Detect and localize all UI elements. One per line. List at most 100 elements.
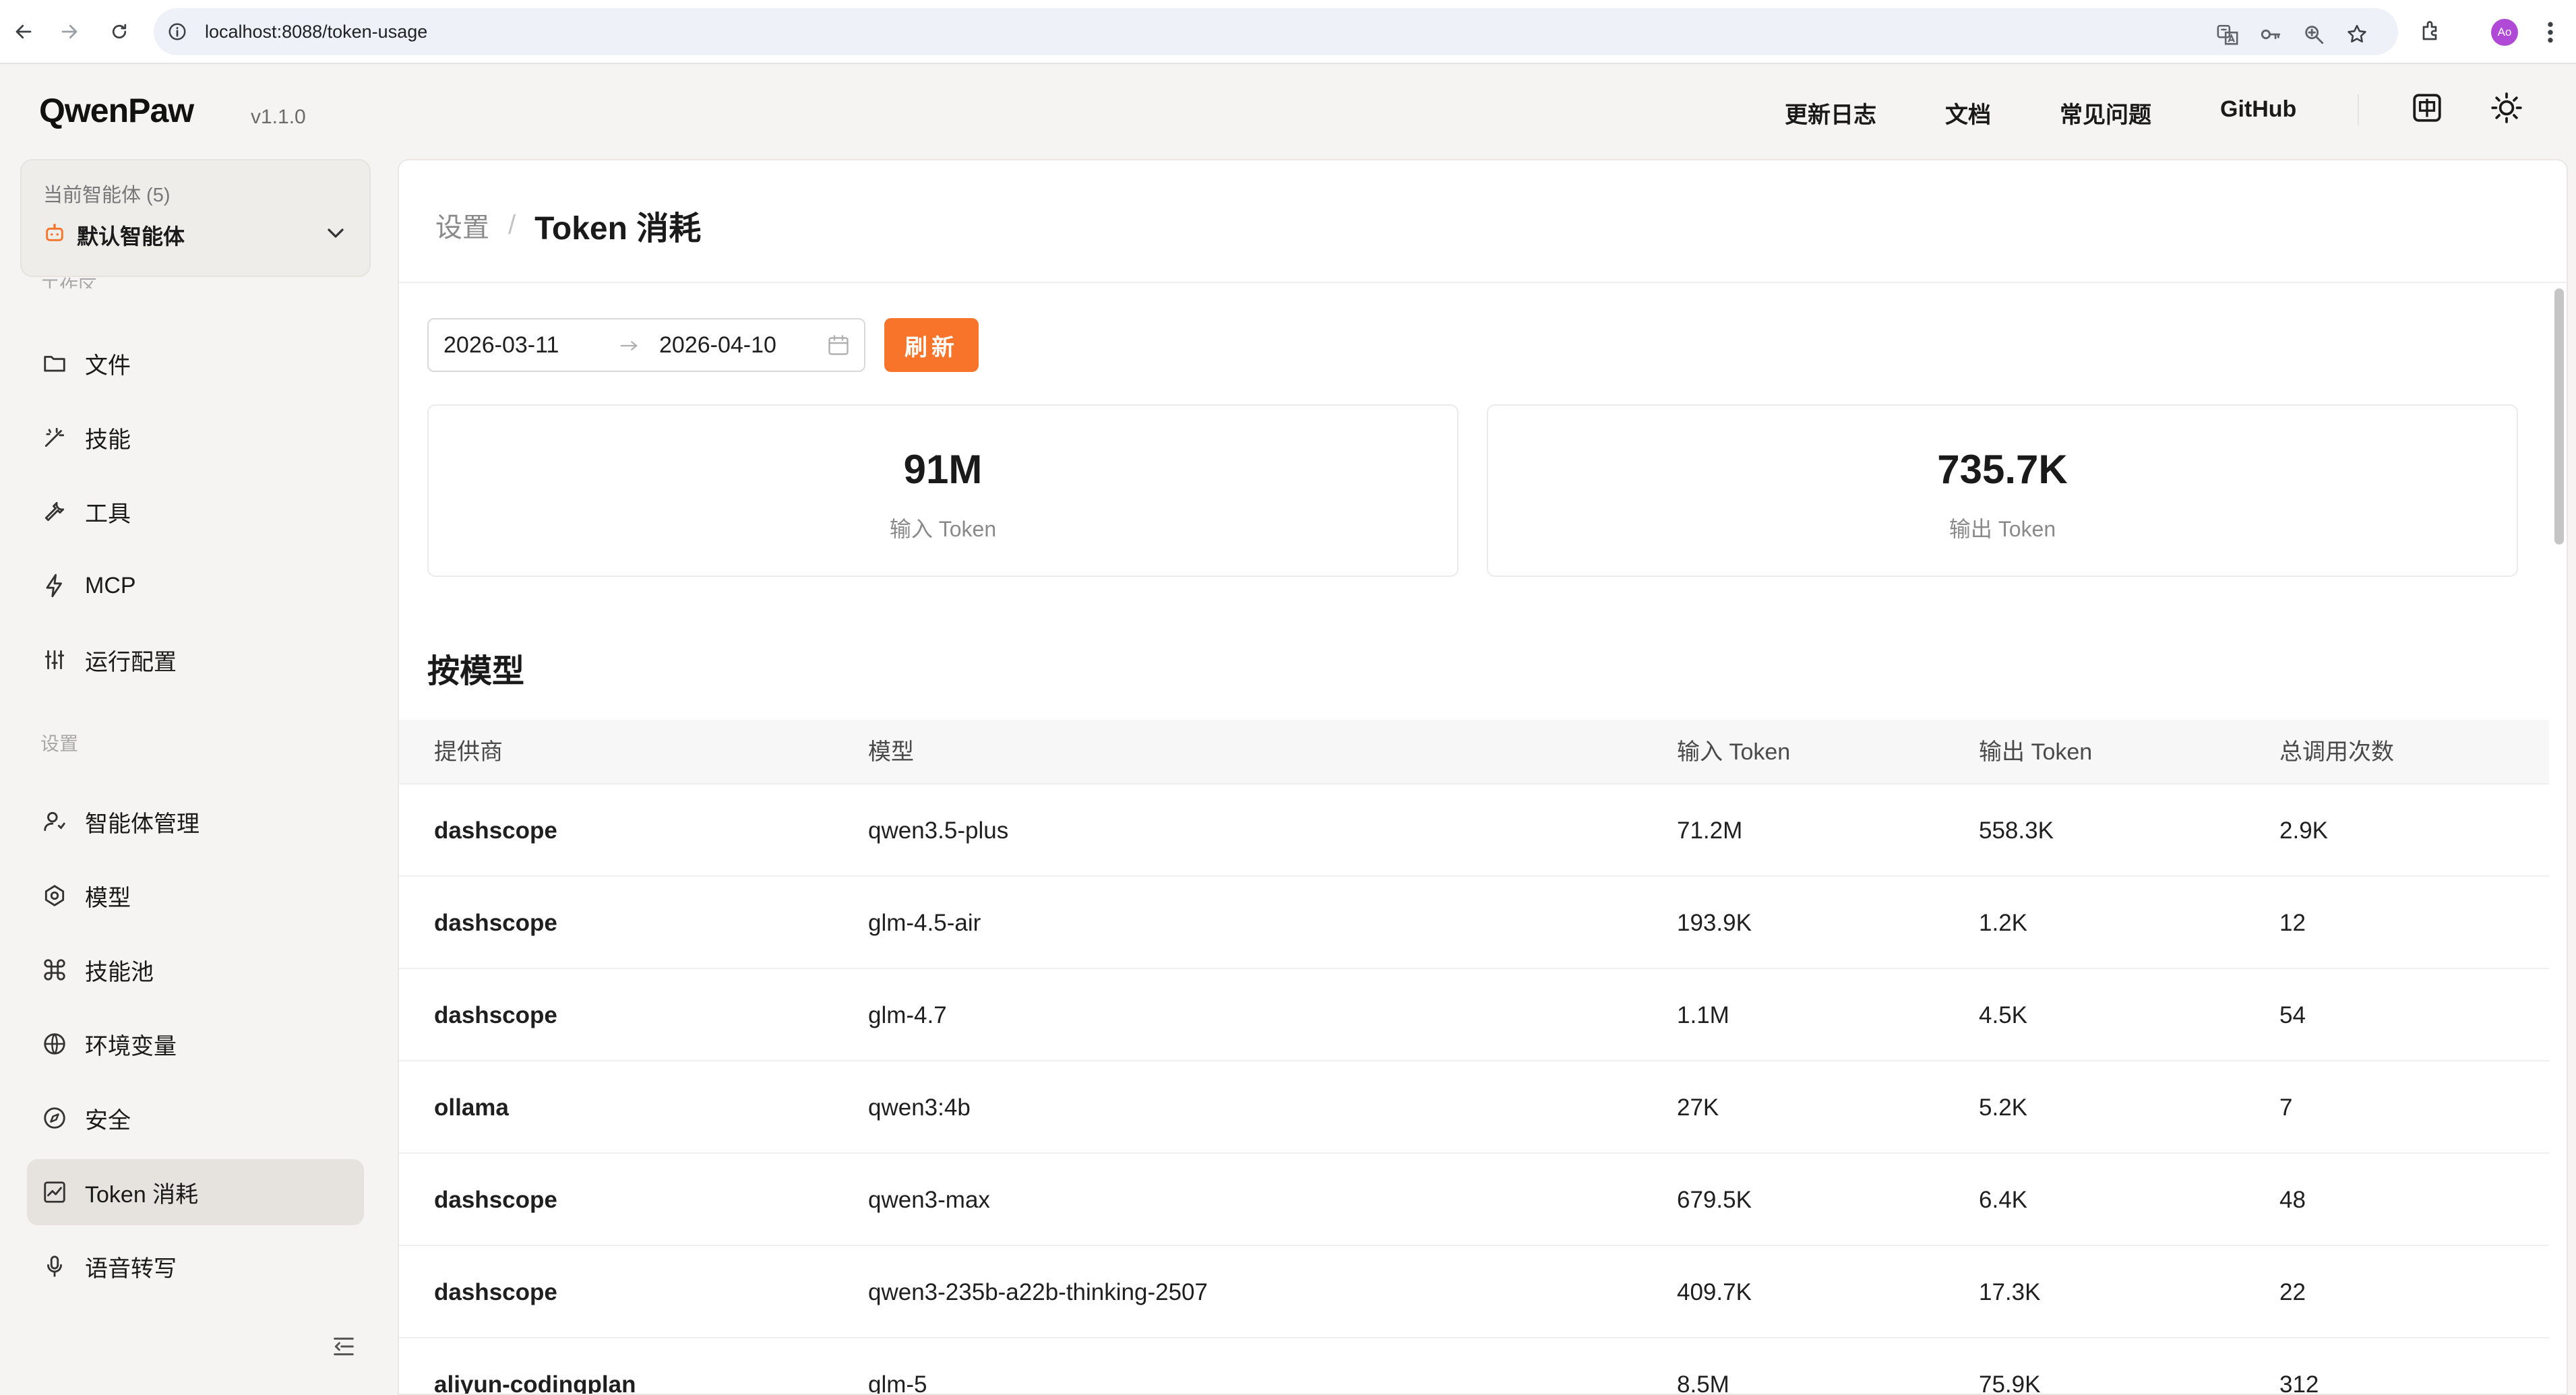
translate-icon[interactable] [2216,23,2239,46]
nav-link-github[interactable]: GitHub [2220,96,2296,123]
scrollbar-thumb[interactable] [2554,288,2564,545]
cell-model: glm-4.5-air [868,910,981,936]
cell-input-token: 679.5K [1677,1187,1752,1213]
by-model-title: 按模型 [427,654,525,689]
command-icon [44,959,65,981]
cell-provider: dashscope [434,1002,557,1028]
input-token-label: 输入 Token [889,517,997,541]
lightning-icon [46,574,62,598]
calendar-icon[interactable] [826,333,851,357]
cell-output-token: 17.3K [1979,1279,2041,1305]
app-header: QwenPaw v1.1.0 更新日志 文档 常见问题 GitHub [0,64,2576,158]
cell-total-calls: 54 [2279,1002,2306,1028]
sidebar-item-env-vars[interactable]: 环境变量 [27,1011,364,1077]
column-header-output-token[interactable]: 输出 Token [1979,720,2092,784]
cell-input-token: 193.9K [1677,910,1752,936]
sidebar-item-label: 模型 [85,885,131,911]
agent-selector-label: 当前智能体 (5) [43,185,171,206]
globe-icon [44,1033,65,1055]
sidebar-item-models[interactable]: 模型 [27,863,364,929]
cell-input-token: 71.2M [1677,817,1743,844]
profile-avatar[interactable]: Ao [2491,19,2518,46]
cell-total-calls: 12 [2279,910,2306,936]
column-header-provider[interactable]: 提供商 [434,720,503,784]
cell-output-token: 558.3K [1979,817,2054,844]
collapse-sidebar-icon[interactable] [330,1333,357,1360]
agent-name[interactable]: 默认智能体 [77,220,185,251]
wrench-icon [44,501,65,522]
compass-icon [44,1107,65,1129]
cell-provider: dashscope [434,1187,557,1213]
theme-sun-icon[interactable] [2490,91,2523,125]
sidebar-item-label: 工具 [85,501,131,527]
reload-icon[interactable] [104,16,135,47]
header-divider [2358,94,2359,125]
breadcrumb-parent[interactable]: 设置 [435,206,489,245]
input-token-card: 91M 输入 Token [427,404,1459,577]
cell-total-calls: 2.9K [2279,817,2328,844]
table-row: aliyun-codingplan glm-5 8.5M 75.9K 312 [399,1338,2549,1395]
cell-provider: ollama [434,1094,509,1121]
back-icon[interactable] [8,16,39,47]
robot-icon [46,223,63,241]
nav-link-docs[interactable]: 文档 [1945,96,1991,129]
table-row: dashscope qwen3.5-plus 71.2M 558.3K 2.9K [399,784,2549,877]
output-token-label: 输出 Token [1949,517,2056,541]
zoom-icon[interactable] [2302,23,2325,46]
section-label-workspace: 工作区 [40,276,98,297]
chevron-down-icon[interactable] [322,220,349,247]
table-row: ollama qwen3:4b 27K 5.2K 7 [399,1061,2549,1154]
folder-icon [44,356,65,372]
bookmark-star-icon[interactable] [2345,23,2368,46]
start-date-input[interactable]: 2026-03-11 [443,319,559,371]
url-text[interactable]: localhost:8088/token-usage [205,8,427,55]
sidebar-item-token-usage[interactable]: Token 消耗 [27,1159,364,1225]
output-token-value: 735.7K [1937,447,2068,492]
sidebar-item-label: 环境变量 [85,1033,177,1059]
cell-model: glm-5 [868,1371,927,1395]
cell-model: qwen3-max [868,1187,990,1213]
sidebar-item-tools[interactable]: 工具 [27,478,364,545]
cell-provider: aliyun-codingplan [434,1371,636,1395]
table-row: dashscope glm-4.5-air 193.9K 1.2K 12 [399,877,2549,969]
browser-menu-icon[interactable] [2544,19,2557,46]
column-header-total-calls[interactable]: 总调用次数 [2279,720,2394,784]
address-bar[interactable]: localhost:8088/token-usage [154,8,2398,55]
cell-total-calls: 48 [2279,1187,2306,1213]
extensions-icon[interactable] [2420,19,2444,43]
sidebar-item-skills[interactable]: 技能 [27,404,364,470]
language-switch-icon[interactable] [2410,91,2444,125]
sidebar-item-speech-transcription[interactable]: 语音转写 [27,1233,364,1299]
sidebar-item-label: 安全 [85,1107,131,1134]
microphone-icon [47,1256,62,1277]
sidebar-item-mcp[interactable]: MCP [27,553,364,619]
end-date-input[interactable]: 2026-04-10 [659,319,776,371]
cell-total-calls: 312 [2279,1371,2319,1395]
version-label: v1.1.0 [251,106,306,128]
cell-input-token: 409.7K [1677,1279,1752,1305]
breadcrumb: 设置 / Token 消耗 [435,205,701,247]
section-label-settings: 设置 [40,733,79,754]
date-range-picker[interactable]: 2026-03-11 2026-04-10 [427,318,865,372]
sidebar-item-skill-pool[interactable]: 技能池 [27,937,364,1003]
sidebar-item-security[interactable]: 安全 [27,1085,364,1151]
arrow-right-icon [620,341,638,350]
app-logo[interactable]: QwenPaw [39,91,194,130]
agent-selector[interactable]: 当前智能体 (5) 默认智能体 [20,159,371,277]
refresh-button[interactable]: 刷新 [884,318,979,372]
sidebar-item-label: Token 消耗 [85,1181,199,1208]
sidebar-item-agent-management[interactable]: 智能体管理 [27,788,364,855]
nav-link-changelog[interactable]: 更新日志 [1785,96,1876,129]
password-key-icon[interactable] [2259,23,2282,46]
sidebar-item-files[interactable]: 文件 [27,330,364,396]
cell-output-token: 5.2K [1979,1094,2027,1121]
cell-model: glm-4.7 [868,1002,947,1028]
forward-icon[interactable] [54,16,85,47]
column-header-input-token[interactable]: 输入 Token [1677,720,1790,784]
column-header-model[interactable]: 模型 [868,720,914,784]
cell-output-token: 1.2K [1979,910,2027,936]
nav-link-faq[interactable]: 常见问题 [2060,96,2151,129]
cell-output-token: 75.9K [1979,1371,2041,1395]
site-info-icon[interactable] [167,22,187,42]
sidebar-item-runtime-config[interactable]: 运行配置 [27,627,364,693]
